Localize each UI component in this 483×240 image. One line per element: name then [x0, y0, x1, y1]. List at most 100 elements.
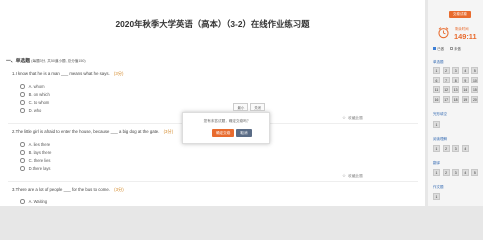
option-2a[interactable]: A. lies there	[20, 142, 50, 147]
submit-exam-button[interactable]: 交卷试卷	[449, 11, 471, 18]
group-title-translation: 翻译	[433, 161, 440, 165]
question-number-cell[interactable]: 8	[452, 76, 460, 84]
section-title: 一、单选题	[6, 59, 30, 64]
option-2b[interactable]: B. lays there	[20, 150, 51, 155]
question-number-cell[interactable]: 1	[433, 169, 440, 176]
question-number-cell[interactable]: 10	[471, 76, 479, 84]
timer-value: 149:11	[454, 32, 477, 41]
question-number-cell[interactable]: 13	[452, 86, 460, 93]
option-label: A. Waiting	[28, 199, 48, 204]
option-label: D.there lays	[28, 166, 51, 171]
favorite-label: 收藏此题	[348, 115, 363, 120]
option-2d[interactable]: D.there lays	[20, 166, 50, 171]
star-icon: ☆	[342, 115, 347, 120]
question-number-cell[interactable]: 18	[452, 96, 460, 103]
question-number-cell[interactable]: 15	[471, 86, 479, 93]
unanswered-swatch	[449, 46, 454, 51]
group-title-reading: 阅读理解	[433, 137, 447, 141]
option-2c[interactable]: C. there lies	[20, 158, 50, 163]
favorite-button[interactable]: ☆ 收藏此题	[342, 173, 363, 179]
timer-label: 剩余时间	[455, 27, 469, 31]
question-number-cell[interactable]: 5	[471, 169, 479, 176]
question-number-cell[interactable]: 3	[452, 169, 460, 176]
star-icon: ☆	[342, 173, 347, 178]
radio-icon[interactable]	[20, 142, 25, 147]
question-number-cell[interactable]: 9	[461, 76, 469, 84]
radio-icon[interactable]	[20, 108, 25, 113]
question-1: 1.I know that he is a man ___ means what…	[12, 71, 412, 77]
answer-grid-translation: 12345	[433, 169, 479, 176]
question-number-cell[interactable]: 7	[442, 76, 450, 84]
question-number-cell[interactable]: 4	[461, 169, 469, 176]
question-number-cell[interactable]: 19	[461, 96, 469, 103]
option-3a[interactable]: A. Waiting	[20, 199, 47, 204]
question-number-cell[interactable]: 17	[442, 96, 450, 103]
legend: 已做 未做	[433, 46, 461, 51]
radio-icon[interactable]	[20, 158, 25, 163]
question-number-cell[interactable]: 5	[471, 67, 479, 74]
radio-icon[interactable]	[20, 166, 25, 171]
alarm-clock-icon	[438, 27, 449, 39]
radio-icon[interactable]	[20, 92, 25, 97]
answer-grid-cloze: 1	[433, 121, 478, 128]
question-number-cell[interactable]: 4	[461, 67, 469, 74]
section-subtitle: (每题3分, 共50道小题, 总分值150)	[31, 59, 86, 63]
minimize-button[interactable]: 最小	[233, 103, 249, 112]
question-number-cell[interactable]: 1	[433, 145, 440, 152]
question-number-cell[interactable]: 3	[452, 145, 460, 152]
option-label: B. on which	[28, 92, 50, 97]
question-stem: 3.There are a lot of people ___ for the …	[12, 187, 110, 192]
option-label: A. whom	[28, 84, 45, 89]
question-number-cell[interactable]: 16	[433, 96, 440, 103]
group-title-single-choice: 单选题	[433, 60, 444, 64]
option-label: D. who	[28, 108, 42, 113]
section-heading: 一、单选题 (每题3分, 共50道小题, 总分值150)	[6, 57, 86, 64]
group-title-cloze: 完形填空	[433, 112, 447, 116]
page-title: 2020年秋季大学英语（高本）（3-2）在线作业练习题	[115, 19, 310, 29]
question-score: (3分)	[113, 71, 124, 76]
option-label: C. to whom	[28, 100, 50, 105]
answer-grid-single-choice: 1 2 3 4 5 6 7 8 9 10 11 12 13 14 15 16 17 18 19 20	[433, 67, 479, 103]
question-number-cell[interactable]: 6	[433, 76, 440, 84]
question-number-cell[interactable]: 14	[461, 86, 469, 93]
question-number-cell[interactable]: 2	[442, 67, 450, 74]
dialog-buttons: 确定交卷 取消	[212, 129, 252, 137]
question-number-cell[interactable]: 4	[461, 145, 469, 152]
radio-icon[interactable]	[20, 199, 25, 204]
exam-main-area: 2020年秋季大学英语（高本）（3-2）在线作业练习题 一、单选题 (每题3分,…	[0, 0, 425, 206]
cancel-button[interactable]: 取消	[236, 129, 252, 137]
legend-todo-label: 未做	[454, 47, 461, 51]
question-number-cell[interactable]: 20	[471, 96, 479, 103]
question-number-cell[interactable]: 3	[452, 67, 460, 74]
question-score: (3分)	[163, 129, 174, 134]
question-number-cell[interactable]: 2	[442, 169, 450, 176]
option-1a[interactable]: A. whom	[20, 84, 45, 89]
answered-swatch	[433, 46, 437, 51]
submit-confirm-dialog: 最小 关闭 您有未答试题，确定交卷吗？ 确定交卷 取消	[182, 103, 270, 144]
question-number-cell[interactable]: 12	[442, 86, 450, 93]
divider	[8, 181, 418, 182]
radio-icon[interactable]	[20, 100, 25, 105]
favorite-button[interactable]: ☆ 收藏此题	[342, 115, 363, 121]
question-number-cell[interactable]: 2	[442, 145, 450, 152]
favorite-label: 收藏此题	[348, 173, 363, 178]
option-1b[interactable]: B. on which	[20, 92, 50, 97]
legend-done-label: 已做	[437, 47, 444, 51]
question-number-cell[interactable]: 11	[433, 86, 440, 93]
answer-grid-reading: 1234	[433, 145, 478, 152]
dialog-message: 您有未答试题，确定交卷吗？	[203, 119, 251, 123]
confirm-submit-button[interactable]: 确定交卷	[212, 129, 235, 137]
option-1d[interactable]: D. who	[20, 108, 41, 113]
radio-icon[interactable]	[20, 150, 25, 155]
option-label: A. lies there	[28, 142, 51, 147]
answer-card-panel: 交卷试卷 剩余时间 149:11 已做 未做 单选题 1 2 3 4 5 6 7 8 9 10 11…	[428, 0, 483, 206]
question-number-cell[interactable]: 1	[433, 193, 440, 200]
question-number-cell[interactable]: 1	[433, 121, 440, 128]
group-title-essay: 作文题	[433, 185, 444, 189]
question-number-cell[interactable]: 1	[433, 67, 440, 74]
radio-icon[interactable]	[20, 84, 25, 89]
answer-grid-essay: 1	[433, 193, 478, 200]
option-1c[interactable]: C. to whom	[20, 100, 49, 105]
option-label: C. there lies	[28, 158, 51, 163]
close-button[interactable]: 关闭	[250, 103, 265, 112]
